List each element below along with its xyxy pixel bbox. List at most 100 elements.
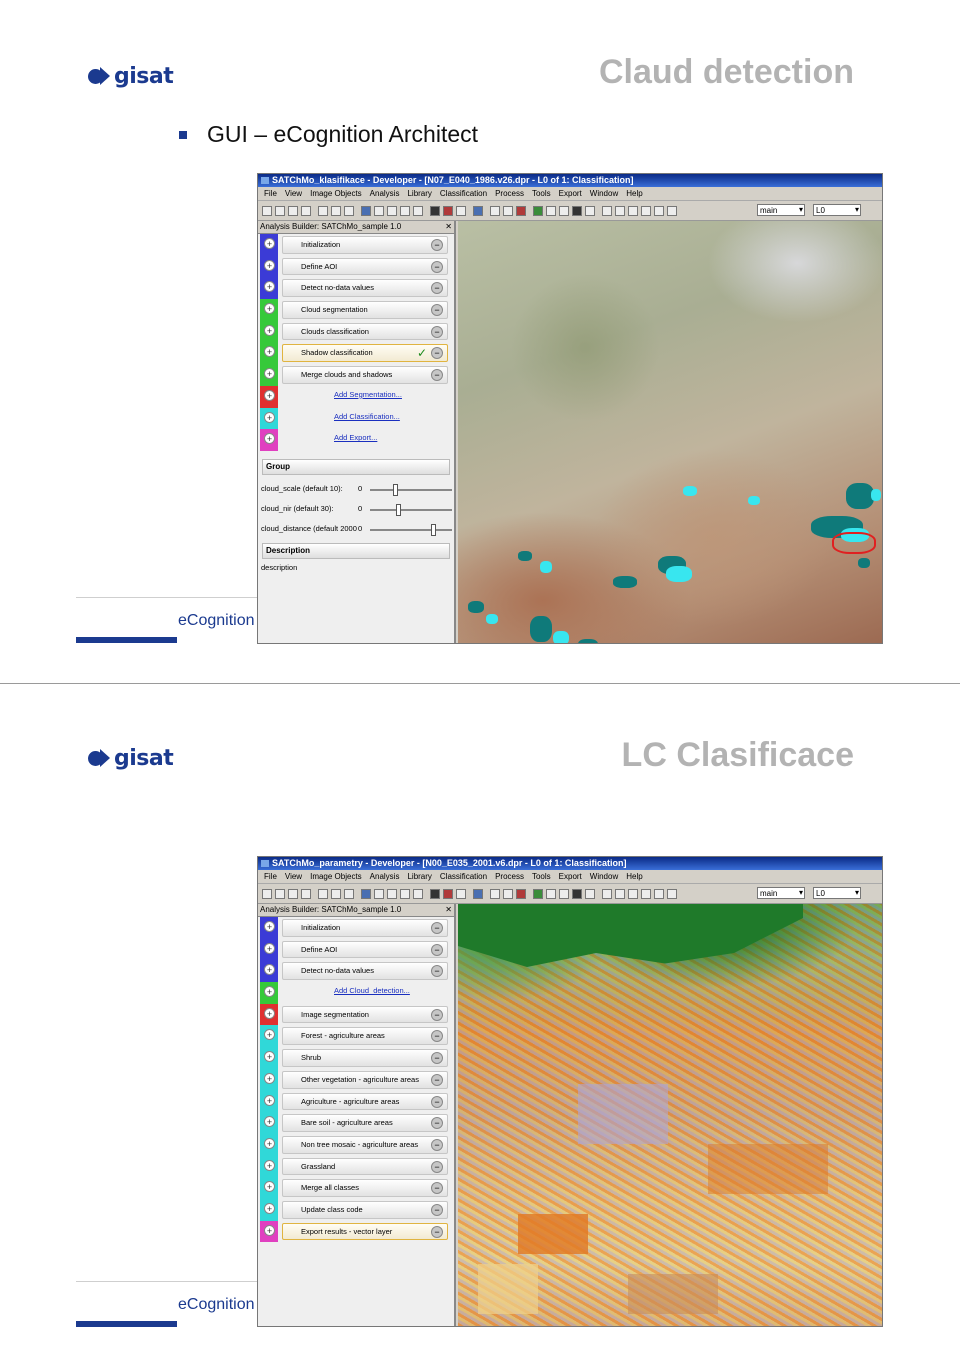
menu-process[interactable]: Process <box>495 870 524 883</box>
action-row[interactable]: + Shadow classification − ✓ <box>258 342 454 365</box>
remove-icon[interactable]: − <box>431 1203 443 1216</box>
action-button[interactable]: Image segmentation − <box>282 1005 448 1024</box>
action-row[interactable]: + Initialization − <box>258 917 454 939</box>
menu-file[interactable]: File <box>264 870 277 883</box>
parameter-value[interactable]: 0 <box>358 499 362 519</box>
outline-icon[interactable] <box>490 888 500 899</box>
remove-icon[interactable]: − <box>431 1160 443 1173</box>
add-action-row[interactable]: + Add Classification... <box>258 407 454 430</box>
slider-handle[interactable] <box>392 484 398 496</box>
layout-icon[interactable] <box>331 205 341 216</box>
menu-view[interactable]: View <box>285 187 302 200</box>
action-row[interactable]: + Update class code − <box>258 1198 454 1221</box>
view-samples-icon[interactable] <box>456 888 466 899</box>
menu-analysis[interactable]: Analysis <box>370 870 400 883</box>
add-icon[interactable]: + <box>264 389 275 401</box>
add-icon[interactable]: + <box>264 1224 275 1236</box>
menu-classification[interactable]: Classification <box>440 870 487 883</box>
parameter-slider[interactable] <box>370 504 452 516</box>
polygon-icon[interactable] <box>503 205 513 216</box>
zoom-in-icon[interactable] <box>641 888 651 899</box>
close-icon[interactable]: ✕ <box>445 904 452 916</box>
land-cover-map-view[interactable] <box>458 904 882 1326</box>
action-row[interactable]: + Forest - agriculture areas − <box>258 1025 454 1048</box>
new-window-icon[interactable] <box>318 888 328 899</box>
edit-layer-mixing-icon[interactable] <box>473 205 483 216</box>
save-as-icon[interactable] <box>301 888 311 899</box>
close-icon[interactable]: ✕ <box>445 221 452 233</box>
menu-process[interactable]: Process <box>495 187 524 200</box>
add-action-link[interactable]: Add Segmentation... <box>334 390 402 399</box>
zoom-out-icon[interactable] <box>654 888 664 899</box>
view-layers-icon[interactable] <box>430 888 440 899</box>
zoom-area-icon[interactable] <box>628 205 638 216</box>
add-icon[interactable]: + <box>264 411 275 423</box>
process-tree-icon[interactable] <box>361 205 371 216</box>
pixel-view-icon[interactable] <box>413 205 423 216</box>
menu-library[interactable]: Library <box>407 187 431 200</box>
action-row[interactable]: + Define AOI − <box>258 255 454 278</box>
pixel-view-icon[interactable] <box>413 888 423 899</box>
view-layers-icon[interactable] <box>430 205 440 216</box>
action-row[interactable]: + Other vegetation - agriculture areas − <box>258 1068 454 1091</box>
band-2-icon[interactable] <box>559 888 569 899</box>
action-row[interactable]: + Clouds classification − <box>258 320 454 343</box>
remove-icon[interactable]: − <box>431 922 443 934</box>
menu-view[interactable]: View <box>285 870 302 883</box>
add-icon[interactable]: + <box>264 1072 275 1084</box>
menu-window[interactable]: Window <box>590 870 618 883</box>
menu-library[interactable]: Library <box>407 870 431 883</box>
action-row[interactable]: + Image segmentation − <box>258 1003 454 1026</box>
action-button[interactable]: Cloud segmentation − <box>282 301 448 319</box>
open-icon[interactable] <box>262 888 272 899</box>
open-icon[interactable] <box>262 205 272 216</box>
action-button[interactable]: Forest - agriculture areas − <box>282 1027 448 1046</box>
add-icon[interactable]: + <box>264 1094 275 1106</box>
outline-icon[interactable] <box>490 205 500 216</box>
add-icon[interactable]: + <box>264 1159 275 1171</box>
new-window-icon[interactable] <box>318 205 328 216</box>
action-button[interactable]: Define AOI − <box>282 257 448 276</box>
band-2-icon[interactable] <box>559 205 569 216</box>
add-action-row[interactable]: + Add Export... <box>258 429 454 451</box>
menu-help[interactable]: Help <box>626 870 642 883</box>
action-row[interactable]: + Detect no-data values − <box>258 960 454 983</box>
pan-icon[interactable] <box>615 888 625 899</box>
remove-icon[interactable]: − <box>431 347 443 360</box>
image-icon[interactable] <box>344 888 354 899</box>
menu-help[interactable]: Help <box>626 187 642 200</box>
action-row[interactable]: + Bare soil - agriculture areas − <box>258 1112 454 1134</box>
action-row[interactable]: + Grassland − <box>258 1155 454 1178</box>
add-action-row[interactable]: + Add Segmentation... <box>258 385 454 408</box>
save-as-icon[interactable] <box>301 205 311 216</box>
process-tree-icon[interactable] <box>361 888 371 899</box>
action-button[interactable]: Merge all classes − <box>282 1179 448 1197</box>
cursor-icon[interactable] <box>602 888 612 899</box>
remove-icon[interactable]: − <box>431 304 443 317</box>
action-button[interactable]: Shrub − <box>282 1049 448 1067</box>
action-button[interactable]: Detect no-data values − <box>282 962 448 981</box>
remove-icon[interactable]: − <box>431 260 443 273</box>
view-classification-icon[interactable] <box>443 888 453 899</box>
remove-icon[interactable]: − <box>431 369 443 382</box>
feature-view-icon[interactable] <box>387 888 397 899</box>
remove-icon[interactable]: − <box>431 239 443 251</box>
zoom-in-icon[interactable] <box>641 205 651 216</box>
action-row[interactable]: + Initialization − <box>258 234 454 256</box>
cursor-icon[interactable] <box>602 205 612 216</box>
layout-icon[interactable] <box>331 888 341 899</box>
open-folder-icon[interactable] <box>275 205 285 216</box>
save-icon[interactable] <box>288 205 298 216</box>
parameter-value[interactable]: 0 <box>358 519 362 539</box>
add-icon[interactable]: + <box>264 942 275 954</box>
action-button[interactable]: Update class code − <box>282 1200 448 1219</box>
edit-layer-mixing-icon[interactable] <box>473 888 483 899</box>
parameter-value[interactable]: 0 <box>358 479 362 499</box>
remove-icon[interactable]: − <box>431 1095 443 1108</box>
action-button[interactable]: Other vegetation - agriculture areas − <box>282 1070 448 1089</box>
pan-icon[interactable] <box>615 205 625 216</box>
add-action-link[interactable]: Add Export... <box>334 433 377 442</box>
action-button[interactable]: Shadow classification − ✓ <box>282 344 448 363</box>
remove-icon[interactable]: − <box>431 1138 443 1151</box>
zoom-out-icon[interactable] <box>654 205 664 216</box>
